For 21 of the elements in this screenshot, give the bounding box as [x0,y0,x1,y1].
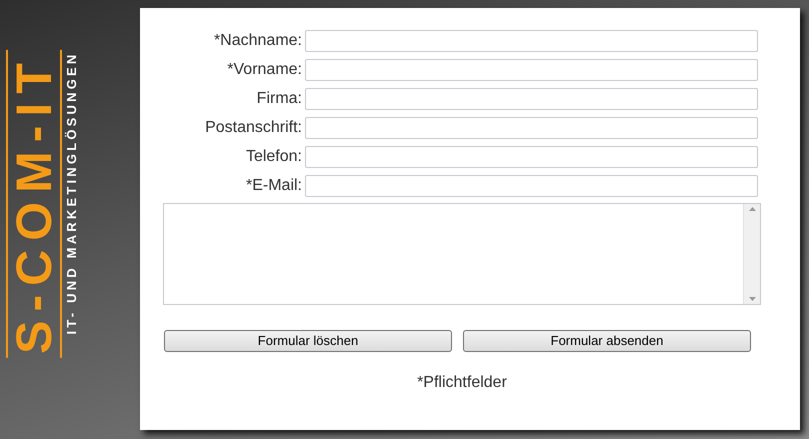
field-label: *Vorname: [226,60,303,80]
required-note: *Pflichtfelder [417,373,507,393]
field-label: Firma: [256,89,303,109]
message-field[interactable] [163,203,761,305]
input-field[interactable] [305,88,758,110]
field-label: *E-Mail: [244,176,303,196]
scroll-down-icon[interactable] [748,297,756,301]
field-label: Postanschrift: [204,118,303,138]
brand-logo: S-COM-IT [6,50,62,358]
input-field[interactable] [305,146,758,168]
form-button[interactable]: Formular absenden [463,330,751,352]
input-field[interactable] [305,30,758,52]
input-field[interactable] [305,175,758,197]
logo-tagline: IT- UND MARKETINGLÖSUNGEN [64,52,80,334]
field-label: *Nachname: [212,31,303,51]
form-button[interactable]: Formular löschen [164,330,452,352]
scroll-up-icon[interactable] [748,207,756,211]
field-label: Telefon: [244,147,303,167]
input-field[interactable] [305,117,758,139]
scrollbar[interactable] [743,204,760,304]
input-field[interactable] [305,59,758,81]
